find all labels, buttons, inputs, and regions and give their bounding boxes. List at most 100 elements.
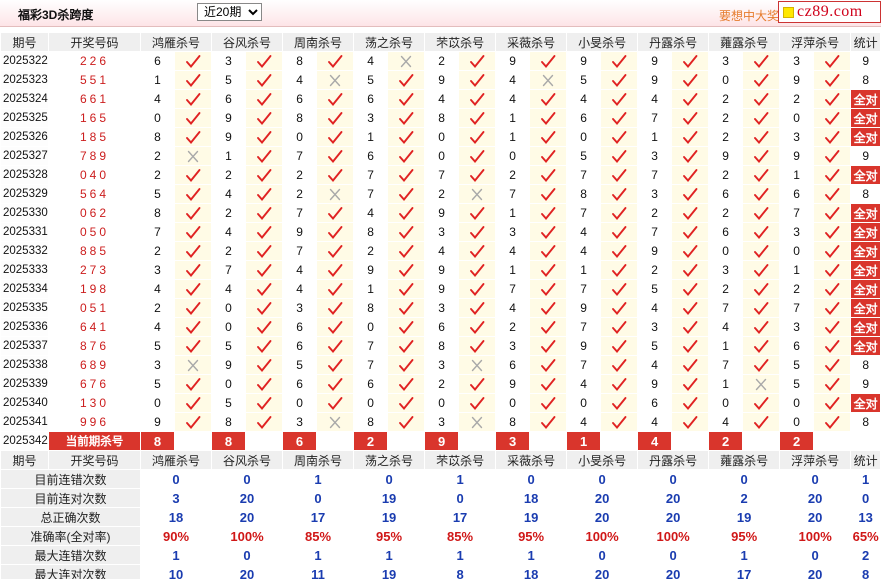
- stats-value: 1: [139, 545, 213, 565]
- draw-number-cell: 996: [48, 412, 141, 432]
- kill-value-cell: 0: [140, 393, 175, 413]
- stats-value: 20: [211, 564, 284, 579]
- cross-mark-icon: [471, 359, 483, 371]
- mark-cell: [600, 89, 639, 109]
- check-mark-icon: [612, 377, 627, 391]
- kill-value-cell: 3: [779, 127, 815, 147]
- mark-cell: [458, 51, 497, 71]
- kill-value-cell: 2: [708, 108, 744, 128]
- stats-value: 19: [353, 564, 426, 579]
- stats-value: 2: [708, 488, 781, 508]
- check-mark-icon: [328, 111, 343, 125]
- stats-value: 19: [353, 488, 426, 508]
- kill-value-cell: 3: [140, 355, 175, 375]
- check-mark-icon: [754, 263, 769, 277]
- mark-cell: [742, 336, 781, 356]
- current-kill-value: 2: [353, 431, 389, 451]
- kill-value-cell: 7: [637, 222, 673, 242]
- mark-cell: [387, 51, 426, 71]
- mark-cell: [742, 260, 781, 280]
- site-logo[interactable]: cz89.com: [778, 1, 881, 23]
- mark-cell: [458, 393, 497, 413]
- kill-value-cell: 2: [779, 89, 815, 109]
- draw-number-cell: 130: [48, 393, 141, 413]
- stats-value: 20: [211, 507, 284, 527]
- mark-cell: [245, 70, 284, 90]
- check-mark-icon: [825, 320, 840, 334]
- kill-value-cell: 4: [495, 70, 531, 90]
- kill-value-cell: 5: [353, 70, 389, 90]
- stats-value: 18: [495, 488, 568, 508]
- check-mark-icon: [683, 92, 698, 106]
- header-number: 开奖号码: [48, 450, 141, 470]
- check-mark-icon: [257, 187, 272, 201]
- check-mark-icon: [470, 225, 485, 239]
- mark-cell: [458, 222, 497, 242]
- check-mark-icon: [825, 54, 840, 68]
- kill-value-cell: 0: [282, 127, 318, 147]
- kill-value-cell: 8: [282, 51, 318, 71]
- mark-cell: [671, 355, 710, 375]
- current-stat-blank: [850, 431, 881, 451]
- mark-cell: [600, 374, 639, 394]
- kill-value-cell: 7: [566, 317, 602, 337]
- kill-value-cell: 2: [708, 165, 744, 185]
- kill-value-cell: 4: [637, 355, 673, 375]
- stats-total: 13: [850, 507, 881, 527]
- kill-value-cell: 0: [779, 412, 815, 432]
- table-row: 2025330 062 8 2 7 4 9 1 7 2 2 7 全对: [0, 203, 881, 223]
- stats-value: 18: [495, 564, 568, 579]
- stats-value: 19: [495, 507, 568, 527]
- draw-number-cell: 876: [48, 336, 141, 356]
- stats-value: 20: [566, 488, 639, 508]
- check-mark-icon: [470, 263, 485, 277]
- mark-cell: [458, 89, 497, 109]
- check-mark-icon: [470, 396, 485, 410]
- check-mark-icon: [186, 54, 201, 68]
- kill-value-cell: 8: [424, 108, 460, 128]
- check-mark-icon: [754, 225, 769, 239]
- table-row: 2025335 051 2 0 3 8 3 4 9 4 7 7 全对: [0, 298, 881, 318]
- kill-value-cell: 5: [211, 393, 247, 413]
- check-mark-icon: [186, 244, 201, 258]
- kill-value-cell: 9: [708, 146, 744, 166]
- kill-value-cell: 9: [424, 260, 460, 280]
- mark-cell: [529, 279, 568, 299]
- check-mark-icon: [186, 282, 201, 296]
- check-mark-icon: [257, 301, 272, 315]
- period-cell: 2025339: [0, 374, 49, 394]
- mark-cell: [387, 89, 426, 109]
- check-mark-icon: [399, 244, 414, 258]
- kill-value-cell: 7: [140, 222, 175, 242]
- mark-cell: [387, 336, 426, 356]
- mark-cell: [600, 393, 639, 413]
- kill-value-cell: 8: [495, 412, 531, 432]
- kill-value-cell: 1: [779, 260, 815, 280]
- kill-value-cell: 4: [211, 184, 247, 204]
- period-range-select[interactable]: 近20期: [197, 3, 262, 21]
- stats-value: 100%: [779, 526, 852, 546]
- mark-cell: [245, 108, 284, 128]
- stats-value: 20: [779, 564, 852, 579]
- check-mark-icon: [328, 263, 343, 277]
- mark-cell: [529, 260, 568, 280]
- stats-value: 20: [566, 564, 639, 579]
- slogan-text: 要想中大奖: [719, 9, 780, 23]
- stats-value: 95%: [708, 526, 781, 546]
- cross-mark-icon: [187, 150, 199, 162]
- current-kill-value: 9: [424, 431, 460, 451]
- period-cell: 2025337: [0, 336, 49, 356]
- check-mark-icon: [257, 358, 272, 372]
- check-mark-icon: [612, 339, 627, 353]
- mark-cell: [600, 298, 639, 318]
- check-mark-icon: [399, 130, 414, 144]
- check-mark-icon: [754, 320, 769, 334]
- kill-value-cell: 0: [424, 146, 460, 166]
- header-expert: 谷风杀号: [211, 450, 284, 470]
- stats-value: 90%: [139, 526, 213, 546]
- mark-cell: [316, 203, 355, 223]
- mark-cell: [742, 127, 781, 147]
- check-mark-icon: [186, 73, 201, 87]
- stat-cell: 全对: [850, 127, 881, 147]
- kill-value-cell: 7: [353, 355, 389, 375]
